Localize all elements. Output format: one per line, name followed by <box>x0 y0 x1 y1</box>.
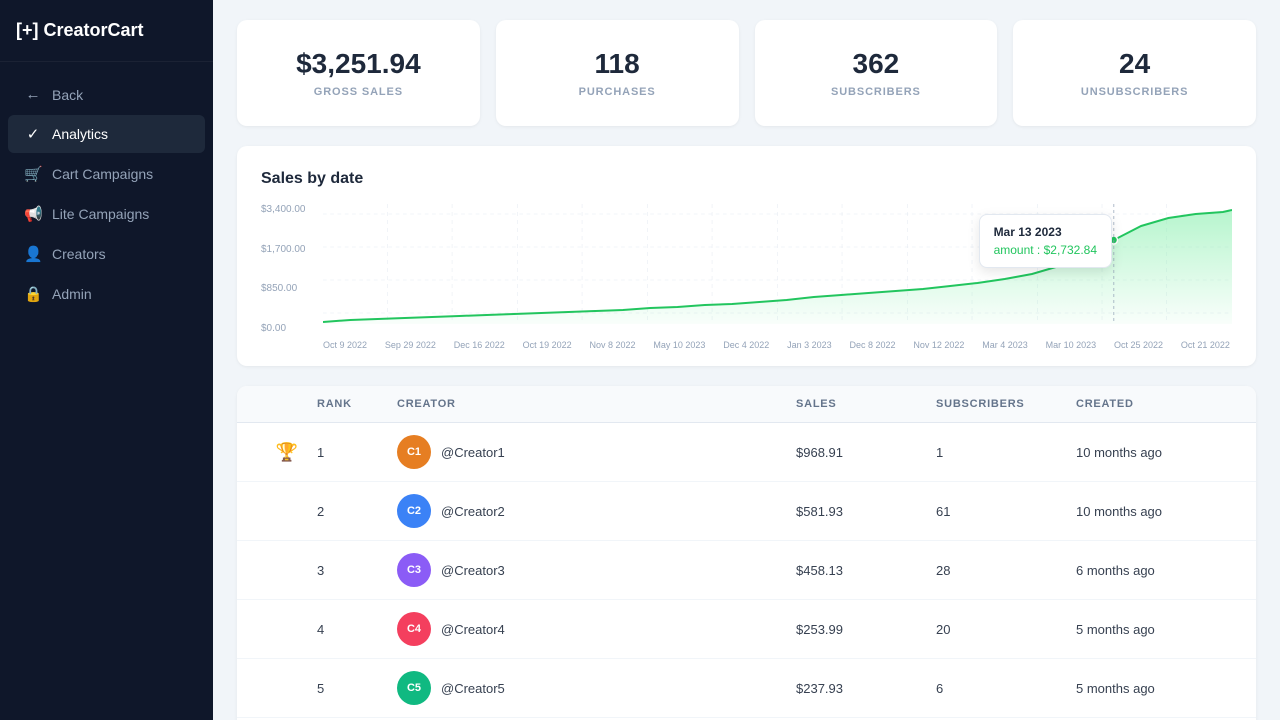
creators-icon: 👤 <box>24 245 42 263</box>
gross-sales-label: GROSS SALES <box>257 86 460 98</box>
stat-card-gross-sales: $3,251.94 GROSS SALES <box>237 20 480 126</box>
chart-svg <box>323 204 1232 334</box>
gross-sales-value: $3,251.94 <box>257 48 460 80</box>
chart-y-labels: $3,400.00 $1,700.00 $850.00 $0.00 <box>261 204 321 334</box>
sidebar-nav: ← Back ✓ Analytics 🛒 Cart Campaigns 📢 Li… <box>0 62 213 720</box>
chart-title: Sales by date <box>261 170 1232 188</box>
stat-card-purchases: 118 PURCHASES <box>496 20 739 126</box>
sidebar: [+] CreatorCart ← Back ✓ Analytics 🛒 Car… <box>0 0 213 720</box>
chart-x-labels: Oct 9 2022 Sep 29 2022 Dec 16 2022 Oct 1… <box>261 340 1232 350</box>
table-row[interactable]: 3 C3 @Creator3 $458.13 28 6 months ago <box>237 541 1256 600</box>
chart-area: $3,400.00 $1,700.00 $850.00 $0.00 <box>261 204 1232 334</box>
sidebar-item-analytics[interactable]: ✓ Analytics <box>8 115 205 153</box>
sidebar-item-label: Cart Campaigns <box>52 166 153 182</box>
table-row[interactable]: 4 C4 @Creator4 $253.99 20 5 months ago <box>237 600 1256 659</box>
sales-value: $968.91 <box>796 445 936 460</box>
table-header: RANK CREATOR SALES SUBSCRIBERS CREATED <box>237 386 1256 423</box>
main-content: $3,251.94 GROSS SALES 118 PURCHASES 362 … <box>213 0 1280 720</box>
creators-table: RANK CREATOR SALES SUBSCRIBERS CREATED 🏆… <box>237 386 1256 720</box>
creator-cell: C4 @Creator4 <box>397 612 796 646</box>
table-row[interactable]: 5 C5 @Creator5 $237.93 6 5 months ago <box>237 659 1256 718</box>
creator-cell: C5 @Creator5 <box>397 671 796 705</box>
sidebar-item-label: Lite Campaigns <box>52 206 149 222</box>
col-sales: SALES <box>796 398 936 410</box>
col-rank: RANK <box>317 398 397 410</box>
col-creator: CREATOR <box>397 398 796 410</box>
table-row[interactable]: 🏆 1 C1 @Creator1 $968.91 1 10 months ago <box>237 423 1256 482</box>
sidebar-item-label: Back <box>52 87 83 103</box>
sales-value: $253.99 <box>796 622 936 637</box>
rank-number: 5 <box>317 681 397 696</box>
col-subscribers: SUBSCRIBERS <box>936 398 1076 410</box>
created-ago: 10 months ago <box>1076 504 1236 519</box>
subscribers-count: 28 <box>936 563 1076 578</box>
trophy-icon: 🏆 <box>257 442 317 463</box>
sales-value: $458.13 <box>796 563 936 578</box>
rank-number: 2 <box>317 504 397 519</box>
created-ago: 6 months ago <box>1076 563 1236 578</box>
sales-value: $581.93 <box>796 504 936 519</box>
sidebar-item-label: Creators <box>52 246 106 262</box>
stat-cards: $3,251.94 GROSS SALES 118 PURCHASES 362 … <box>237 20 1256 126</box>
created-ago: 5 months ago <box>1076 622 1236 637</box>
created-ago: 5 months ago <box>1076 681 1236 696</box>
rank-number: 4 <box>317 622 397 637</box>
sidebar-item-cart-campaigns[interactable]: 🛒 Cart Campaigns <box>8 155 205 193</box>
stat-card-unsubscribers: 24 UNSUBSCRIBERS <box>1013 20 1256 126</box>
created-ago: 10 months ago <box>1076 445 1236 460</box>
sales-value: $237.93 <box>796 681 936 696</box>
purchases-label: PURCHASES <box>516 86 719 98</box>
back-icon: ← <box>24 86 42 103</box>
subscribers-count: 20 <box>936 622 1076 637</box>
subscribers-value: 362 <box>775 48 978 80</box>
rank-number: 1 <box>317 445 397 460</box>
sidebar-item-label: Admin <box>52 286 92 302</box>
lite-icon: 📢 <box>24 205 42 223</box>
table-row[interactable]: 2 C2 @Creator2 $581.93 61 10 months ago <box>237 482 1256 541</box>
creator-cell: C3 @Creator3 <box>397 553 796 587</box>
col-trophy <box>257 398 317 410</box>
avatar: C2 <box>397 494 431 528</box>
chart-section: Sales by date $3,400.00 $1,700.00 $850.0… <box>237 146 1256 366</box>
creator-cell: C1 @Creator1 <box>397 435 796 469</box>
creator-cell: C2 @Creator2 <box>397 494 796 528</box>
creator-handle: @Creator1 <box>441 445 505 460</box>
subscribers-label: SUBSCRIBERS <box>775 86 978 98</box>
avatar: C3 <box>397 553 431 587</box>
app-logo: [+] CreatorCart <box>0 0 213 62</box>
sidebar-item-admin[interactable]: 🔒 Admin <box>8 275 205 313</box>
admin-icon: 🔒 <box>24 285 42 303</box>
creator-handle: @Creator4 <box>441 622 505 637</box>
sidebar-item-back[interactable]: ← Back <box>8 76 205 113</box>
creator-handle: @Creator5 <box>441 681 505 696</box>
subscribers-count: 61 <box>936 504 1076 519</box>
stat-card-subscribers: 362 SUBSCRIBERS <box>755 20 998 126</box>
subscribers-count: 1 <box>936 445 1076 460</box>
cart-icon: 🛒 <box>24 165 42 183</box>
analytics-icon: ✓ <box>24 125 42 143</box>
table-body: 🏆 1 C1 @Creator1 $968.91 1 10 months ago… <box>237 423 1256 720</box>
col-created: CREATED <box>1076 398 1236 410</box>
avatar: C1 <box>397 435 431 469</box>
purchases-value: 118 <box>516 48 719 80</box>
subscribers-count: 6 <box>936 681 1076 696</box>
sidebar-item-label: Analytics <box>52 126 108 142</box>
unsubscribers-label: UNSUBSCRIBERS <box>1033 86 1236 98</box>
sidebar-item-lite-campaigns[interactable]: 📢 Lite Campaigns <box>8 195 205 233</box>
rank-number: 3 <box>317 563 397 578</box>
sidebar-item-creators[interactable]: 👤 Creators <box>8 235 205 273</box>
unsubscribers-value: 24 <box>1033 48 1236 80</box>
creator-handle: @Creator2 <box>441 504 505 519</box>
avatar: C5 <box>397 671 431 705</box>
avatar: C4 <box>397 612 431 646</box>
creator-handle: @Creator3 <box>441 563 505 578</box>
